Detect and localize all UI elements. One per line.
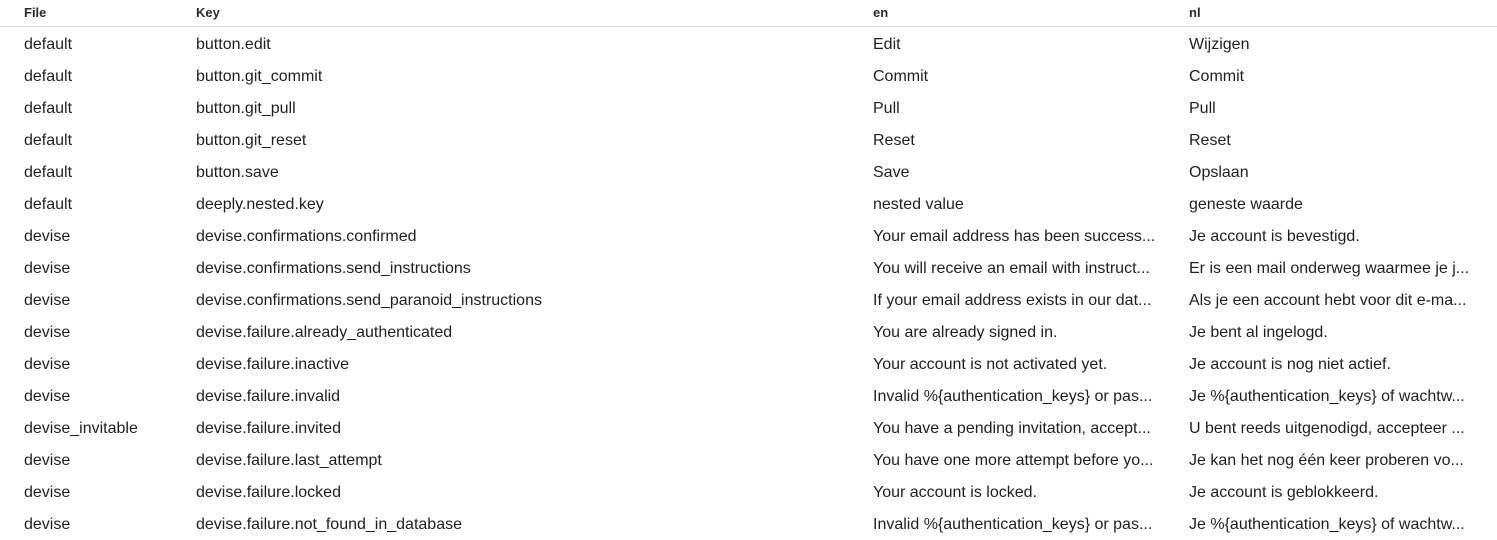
cell-file[interactable]: devise	[24, 292, 189, 310]
table-row[interactable]: default button.git_reset Reset Reset	[0, 124, 1497, 156]
table-row[interactable]: devise devise.failure.invalid Invalid %{au…	[0, 380, 1497, 412]
cell-en[interactable]: You will receive an email with instruct.…	[873, 260, 1173, 278]
cell-file[interactable]: devise	[24, 484, 189, 502]
cell-en[interactable]: You have one more attempt before yo...	[873, 452, 1173, 470]
column-header-key[interactable]: Key	[196, 5, 856, 20]
table-row[interactable]: default button.edit Edit Wijzigen	[0, 28, 1497, 60]
cell-key[interactable]: button.save	[196, 164, 856, 182]
cell-file[interactable]: default	[24, 132, 189, 150]
cell-nl[interactable]: Reset	[1189, 132, 1489, 150]
cell-nl[interactable]: Je account is geblokkeerd.	[1189, 484, 1489, 502]
cell-key[interactable]: devise.failure.inactive	[196, 356, 856, 374]
table-row[interactable]: devise devise.failure.locked Your account …	[0, 476, 1497, 508]
table-row[interactable]: devise devise.confirmations.confirmed Your…	[0, 220, 1497, 252]
cell-nl[interactable]: Pull	[1189, 100, 1489, 118]
cell-en[interactable]: Reset	[873, 132, 1173, 150]
table-row[interactable]: devise devise.failure.last_attempt You hav…	[0, 444, 1497, 476]
cell-key[interactable]: devise.failure.invalid	[196, 388, 856, 406]
cell-file[interactable]: devise	[24, 228, 189, 246]
table-header: File Key en nl	[0, 0, 1497, 27]
table-row[interactable]: devise devise.failure.not_found_in_databa…	[0, 508, 1497, 540]
table-row[interactable]: devise_invitable devise.failure.invited Yo…	[0, 412, 1497, 444]
cell-key[interactable]: button.edit	[196, 36, 856, 54]
table-body: default button.edit Edit Wijzigen default but…	[0, 27, 1497, 540]
cell-en[interactable]: Save	[873, 164, 1173, 182]
cell-en[interactable]: Your account is locked.	[873, 484, 1173, 502]
cell-key[interactable]: devise.confirmations.confirmed	[196, 228, 856, 246]
cell-en[interactable]: Invalid %{authentication_keys} or pas...	[873, 516, 1173, 534]
cell-nl[interactable]: Je account is nog niet actief.	[1189, 356, 1489, 374]
cell-key[interactable]: devise.failure.locked	[196, 484, 856, 502]
cell-nl[interactable]: Je %{authentication_keys} of wachtw...	[1189, 516, 1489, 534]
cell-en[interactable]: Pull	[873, 100, 1173, 118]
cell-nl[interactable]: U bent reeds uitgenodigd, accepteer ...	[1189, 420, 1489, 438]
cell-file[interactable]: devise	[24, 388, 189, 406]
table-row[interactable]: default button.git_pull Pull Pull	[0, 92, 1497, 124]
table-row[interactable]: devise devise.failure.already_authenticat…	[0, 316, 1497, 348]
cell-file[interactable]: devise	[24, 260, 189, 278]
table-row[interactable]: devise devise.confirmations.send_paranoid…	[0, 284, 1497, 316]
cell-nl[interactable]: geneste waarde	[1189, 196, 1489, 214]
cell-nl[interactable]: Opslaan	[1189, 164, 1489, 182]
column-header-en[interactable]: en	[873, 5, 1173, 20]
cell-nl[interactable]: Je account is bevestigd.	[1189, 228, 1489, 246]
table-row[interactable]: default button.save Save Opslaan	[0, 156, 1497, 188]
cell-file[interactable]: devise	[24, 324, 189, 342]
cell-en[interactable]: Your email address has been success...	[873, 228, 1173, 246]
cell-file[interactable]: devise_invitable	[24, 420, 189, 438]
cell-nl[interactable]: Commit	[1189, 68, 1489, 86]
cell-en[interactable]: You are already signed in.	[873, 324, 1173, 342]
column-header-file[interactable]: File	[24, 5, 189, 20]
column-header-nl[interactable]: nl	[1189, 5, 1489, 20]
cell-key[interactable]: button.git_reset	[196, 132, 856, 150]
table-row[interactable]: default deeply.nested.key nested value gene…	[0, 188, 1497, 220]
cell-file[interactable]: default	[24, 36, 189, 54]
cell-key[interactable]: deeply.nested.key	[196, 196, 856, 214]
cell-key[interactable]: devise.failure.invited	[196, 420, 856, 438]
cell-key[interactable]: devise.failure.already_authenticated	[196, 324, 856, 342]
cell-file[interactable]: default	[24, 68, 189, 86]
translations-table: File Key en nl default button.edit Edit Wij…	[0, 0, 1497, 540]
cell-key[interactable]: devise.confirmations.send_instructions	[196, 260, 856, 278]
cell-file[interactable]: default	[24, 164, 189, 182]
cell-en[interactable]: Invalid %{authentication_keys} or pas...	[873, 388, 1173, 406]
cell-nl[interactable]: Je %{authentication_keys} of wachtw...	[1189, 388, 1489, 406]
cell-en[interactable]: Edit	[873, 36, 1173, 54]
cell-en[interactable]: nested value	[873, 196, 1173, 214]
table-row[interactable]: devise devise.failure.inactive Your accoun…	[0, 348, 1497, 380]
cell-file[interactable]: default	[24, 196, 189, 214]
table-row[interactable]: devise devise.confirmations.send_instruct…	[0, 252, 1497, 284]
cell-file[interactable]: default	[24, 100, 189, 118]
cell-en[interactable]: If your email address exists in our dat.…	[873, 292, 1173, 310]
cell-key[interactable]: button.git_pull	[196, 100, 856, 118]
cell-nl[interactable]: Als je een account hebt voor dit e-ma...	[1189, 292, 1489, 310]
cell-file[interactable]: devise	[24, 356, 189, 374]
cell-nl[interactable]: Wijzigen	[1189, 36, 1489, 54]
cell-key[interactable]: devise.confirmations.send_paranoid_instr…	[196, 292, 856, 310]
cell-en[interactable]: You have a pending invitation, accept...	[873, 420, 1173, 438]
cell-key[interactable]: button.git_commit	[196, 68, 856, 86]
cell-file[interactable]: devise	[24, 516, 189, 534]
table-row[interactable]: default button.git_commit Commit Commit	[0, 60, 1497, 92]
cell-nl[interactable]: Er is een mail onderweg waarmee je j...	[1189, 260, 1489, 278]
cell-en[interactable]: Commit	[873, 68, 1173, 86]
cell-nl[interactable]: Je bent al ingelogd.	[1189, 324, 1489, 342]
cell-nl[interactable]: Je kan het nog één keer proberen vo...	[1189, 452, 1489, 470]
cell-file[interactable]: devise	[24, 452, 189, 470]
cell-en[interactable]: Your account is not activated yet.	[873, 356, 1173, 374]
cell-key[interactable]: devise.failure.last_attempt	[196, 452, 856, 470]
cell-key[interactable]: devise.failure.not_found_in_database	[196, 516, 856, 534]
